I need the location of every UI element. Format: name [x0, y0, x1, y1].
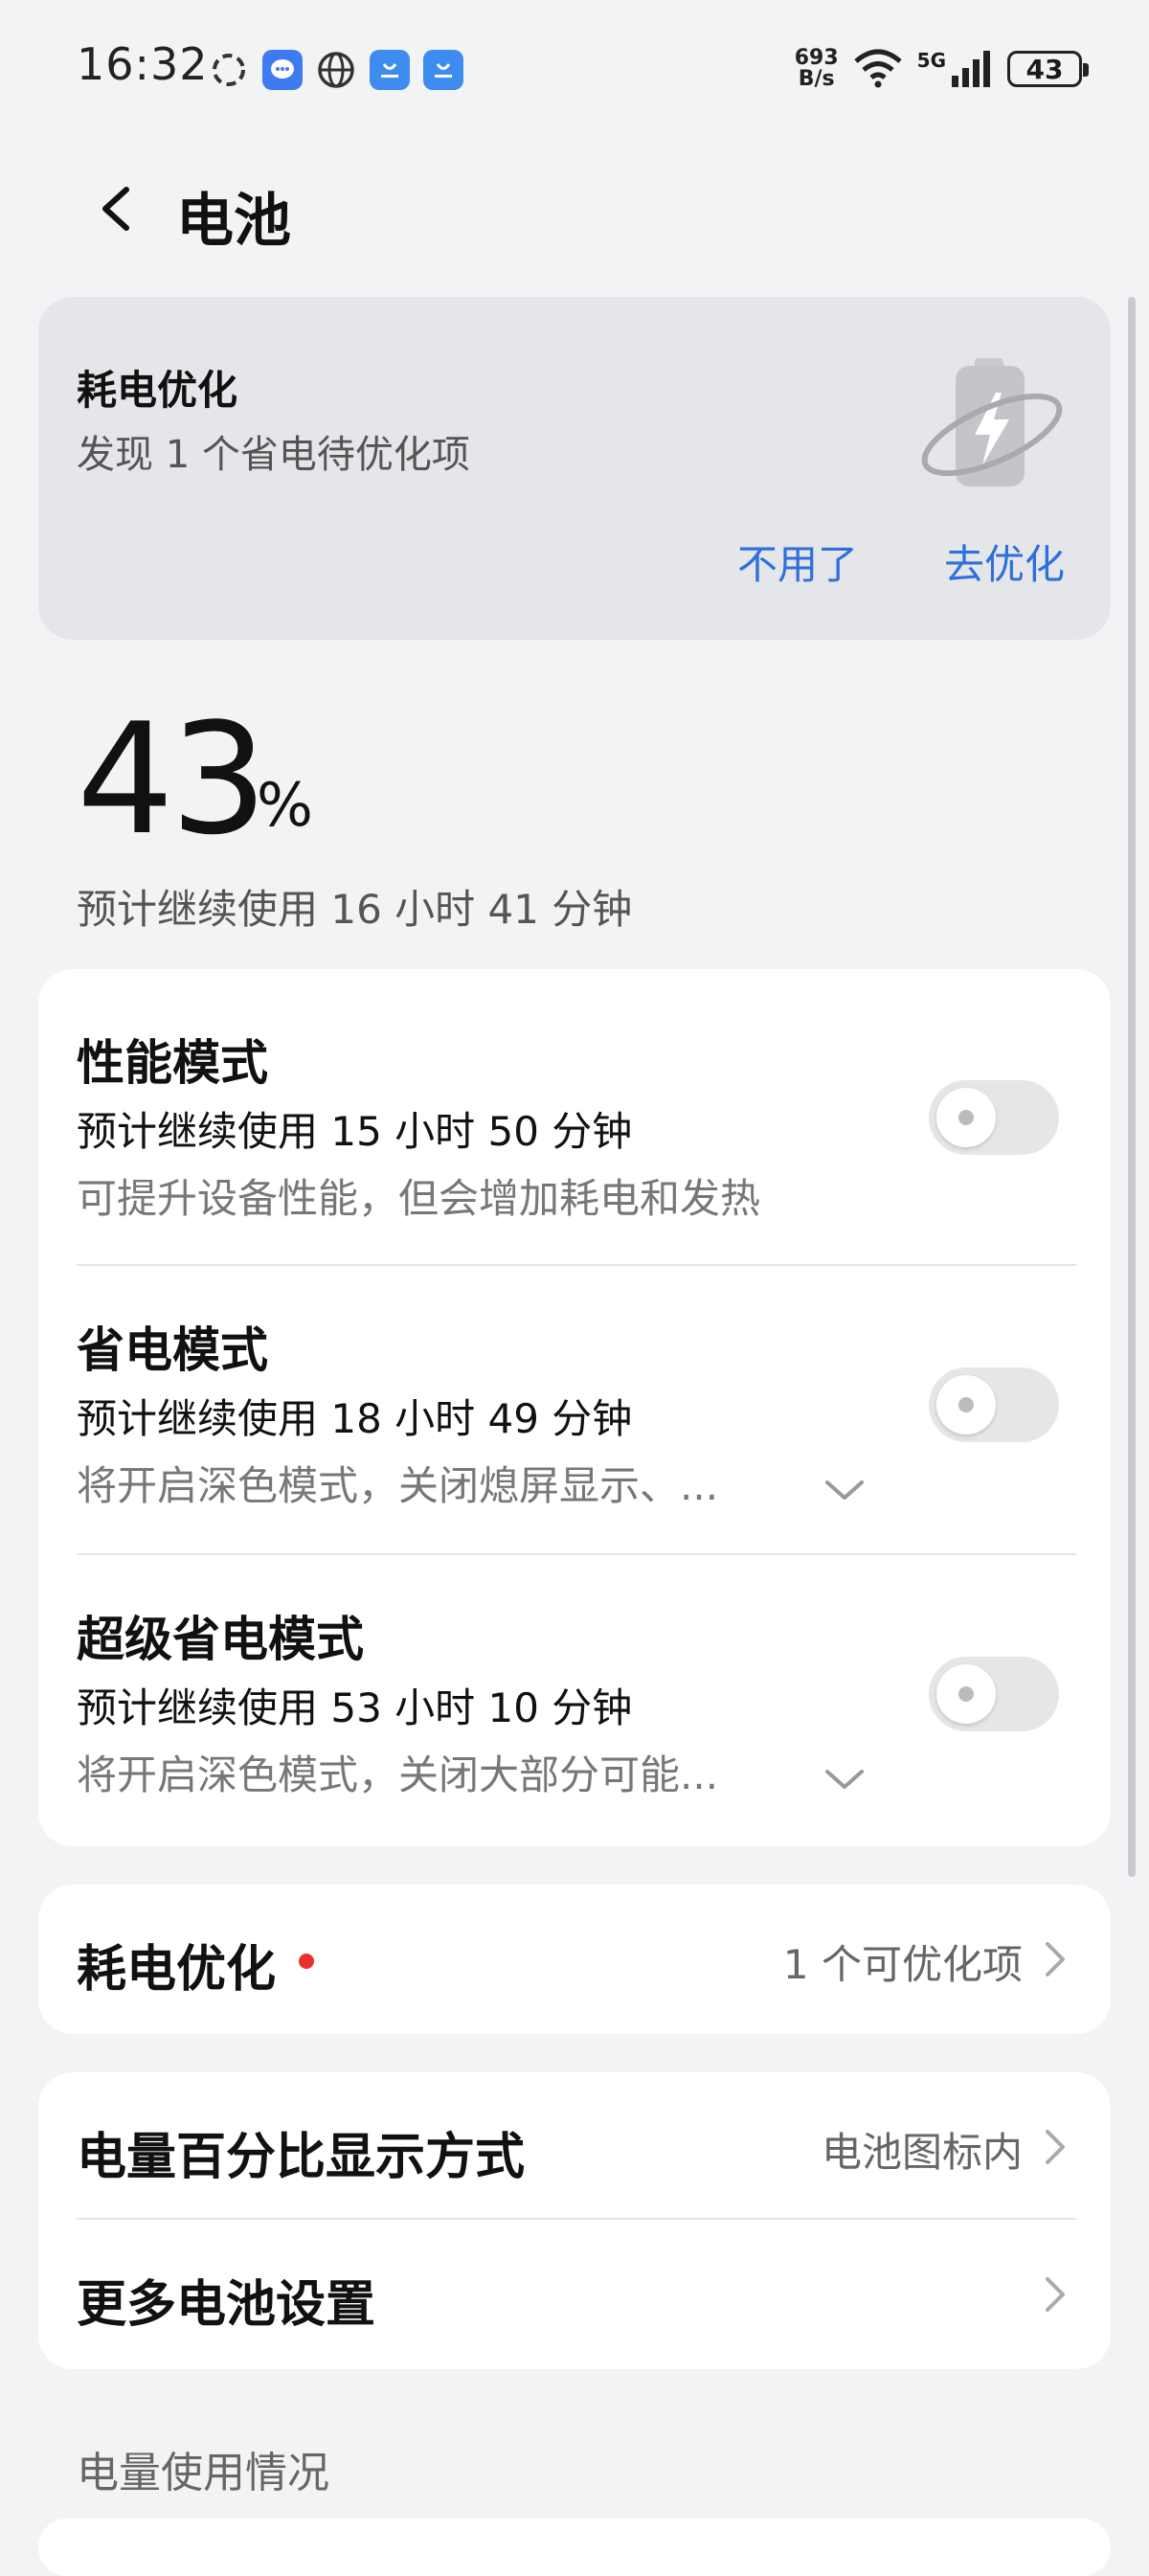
- toggle-knob: [936, 1088, 996, 1147]
- status-bar: 16:32 693 B/s 5G 43: [0, 0, 1149, 144]
- battery-percent: 43: [77, 689, 268, 869]
- chevron-right-icon: [1046, 2277, 1065, 2312]
- usage-card: [38, 2519, 1111, 2576]
- signal-bars-icon: [952, 51, 990, 87]
- chevron-down-icon[interactable]: [823, 1475, 866, 1503]
- page-title: 电池: [176, 188, 291, 255]
- alert-dot: [299, 1954, 314, 1969]
- toggle-knob: [936, 1375, 996, 1435]
- optimize-button[interactable]: 去优化: [944, 532, 1065, 591]
- mode-description: 可提升设备性能，但会增加耗电和发热: [77, 1175, 761, 1222]
- toggle-knob: [936, 1664, 996, 1724]
- mode-title: 超级省电模式: [77, 1612, 364, 1667]
- banner-title: 耗电优化: [77, 367, 238, 414]
- battery-status-icon: 43: [1007, 51, 1089, 87]
- chevron-down-icon[interactable]: [823, 1764, 866, 1793]
- page-header: 电池: [0, 163, 1149, 259]
- battery-estimate: 预计继续使用 16 小时 41 分钟: [77, 886, 633, 933]
- battery-usage-section-label: 电量使用情况: [77, 2449, 329, 2497]
- mode-estimate: 预计继续使用 18 小时 49 分钟: [77, 1395, 633, 1442]
- row-title: 更多电池设置: [77, 2276, 376, 2334]
- optimize-banner-card: 耗电优化 发现 1 个省电待优化项 不用了 去优化: [38, 297, 1111, 640]
- divider: [77, 1264, 1076, 1266]
- percent-symbol: %: [257, 770, 313, 840]
- message-app-icon: [262, 50, 303, 90]
- power-modes-card: 性能模式 预计继续使用 15 小时 50 分钟 可提升设备性能，但会增加耗电和发…: [38, 969, 1111, 1846]
- row-value: 电池图标内: [821, 2129, 1023, 2176]
- mode-title: 性能模式: [77, 1035, 268, 1091]
- dismiss-button[interactable]: 不用了: [737, 532, 858, 591]
- chevron-right-icon: [1046, 2130, 1065, 2164]
- performance-mode-toggle[interactable]: [929, 1080, 1059, 1155]
- row-title: 电量百分比显示方式: [77, 2129, 526, 2186]
- banner-subtitle: 发现 1 个省电待优化项: [77, 433, 470, 477]
- status-right: 693 B/s 5G 43: [794, 46, 1089, 92]
- mode-description: 将开启深色模式，关闭熄屏显示、...: [77, 1462, 719, 1509]
- divider: [77, 2218, 1076, 2220]
- notification-icons: [209, 50, 463, 90]
- mode-title: 省电模式: [77, 1322, 268, 1378]
- back-arrow-icon[interactable]: [88, 180, 146, 237]
- power-saving-mode-toggle[interactable]: [929, 1367, 1059, 1442]
- mode-estimate: 预计继续使用 53 小时 10 分钟: [77, 1684, 633, 1731]
- row-title: 耗电优化: [77, 1941, 277, 1999]
- battery-charge-illustration-icon: [921, 358, 1063, 486]
- battery-settings-card: 电量百分比显示方式 电池图标内 更多电池设置: [38, 2072, 1111, 2369]
- mode-description: 将开启深色模式，关闭大部分可能...: [77, 1751, 719, 1798]
- wifi-icon: [852, 46, 904, 92]
- app-store-icon: [370, 50, 410, 90]
- sync-icon: [209, 50, 249, 90]
- row-value: 1 个可优化项: [782, 1941, 1023, 1988]
- super-power-saving-toggle[interactable]: [929, 1657, 1059, 1731]
- status-time: 16:32: [77, 38, 209, 90]
- chevron-right-icon: [1046, 1942, 1065, 1977]
- power-optimize-row[interactable]: 耗电优化 1 个可优化项: [38, 1885, 1111, 2034]
- scrollbar[interactable]: [1128, 297, 1136, 1877]
- divider: [77, 1553, 1076, 1555]
- mode-estimate: 预计继续使用 15 小时 50 分钟: [77, 1108, 633, 1155]
- globe-icon: [316, 50, 356, 90]
- app-store-icon-2: [423, 50, 463, 90]
- cellular-signal: 5G: [917, 49, 994, 89]
- network-speed: 693 B/s: [794, 46, 839, 91]
